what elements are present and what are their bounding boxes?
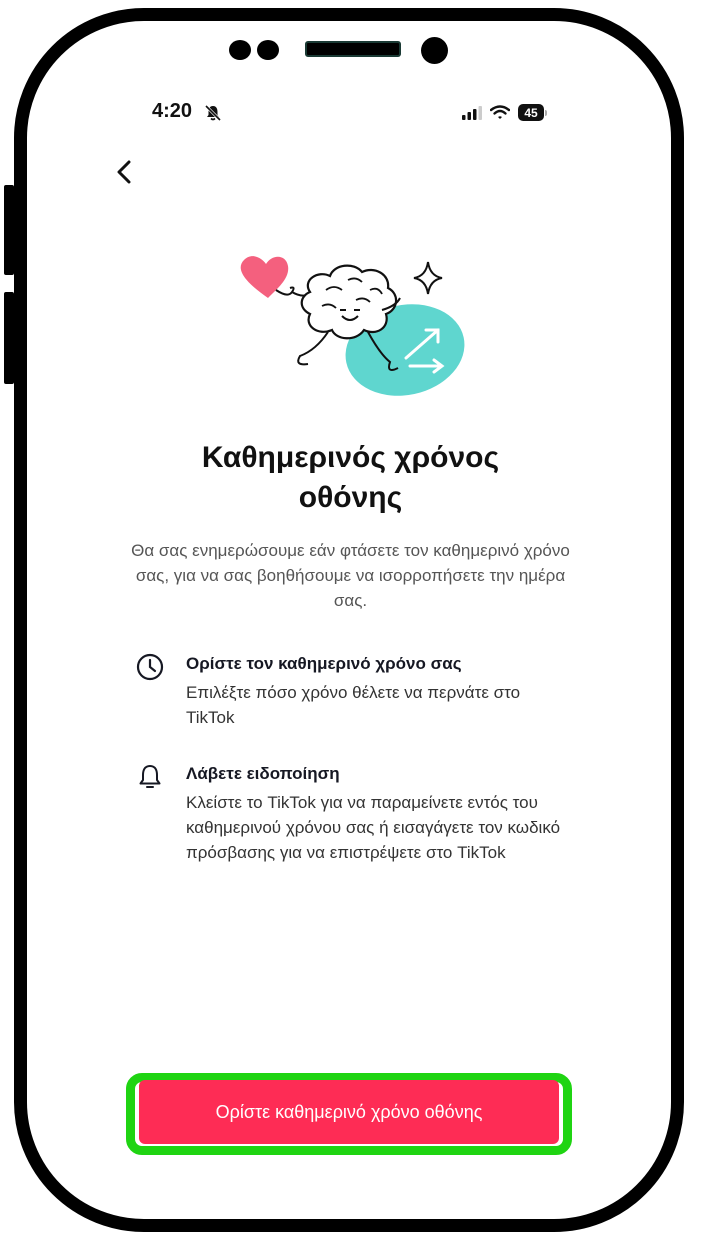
page-description: Θα σας ενημερώσουμε εάν φτάσετε τον καθη… [131, 541, 570, 610]
page-title: Καθημερινός χρόνος οθόνης [201, 441, 500, 514]
chevron-left-icon[interactable] [112, 156, 140, 188]
feature-get-notified: Λάβετε ειδοποίηση Κλείστε το TikTok για … [135, 762, 575, 902]
battery-level: 45 [518, 104, 544, 121]
feature-title: Λάβετε ειδοποίηση [186, 764, 340, 783]
feature-title: Ορίστε τον καθημερινό χρόνο σας [186, 654, 462, 673]
cta-label: Ορίστε καθημερινό χρόνο οθόνης [215, 1101, 483, 1122]
camera-dot [229, 40, 251, 60]
wifi-icon [490, 105, 510, 119]
heart-shape [240, 256, 289, 298]
dynamic-island [0, 0, 701, 80]
feature-set-daily-time: Ορίστε τον καθημερινό χρόνο σας Επιλέξτε… [135, 652, 575, 742]
clock-icon [136, 653, 164, 681]
brain-running-illustration [240, 256, 465, 396]
bell-slash-icon [204, 104, 222, 122]
side-button-lower [4, 292, 14, 384]
phone-frame [14, 8, 684, 1232]
set-screen-time-button[interactable]: Ορίστε καθημερινό χρόνο οθόνης [139, 1080, 559, 1144]
status-icons: 45 [462, 104, 547, 121]
feature-text: Επιλέξτε πόσο χρόνο θέλετε να περνάτε στ… [186, 683, 521, 727]
signal-icon [462, 105, 482, 120]
camera-dot [257, 40, 279, 60]
camera-dot [421, 37, 448, 64]
bell-icon [139, 765, 161, 788]
sparkle-shape [413, 261, 443, 295]
status-time: 4:20 [152, 100, 193, 122]
battery-icon: 45 [518, 104, 547, 121]
side-button-upper [4, 185, 14, 275]
feature-text: Κλείστε το TikTok για να παραμείνετε εντ… [186, 793, 561, 862]
speaker-bar [305, 41, 401, 57]
